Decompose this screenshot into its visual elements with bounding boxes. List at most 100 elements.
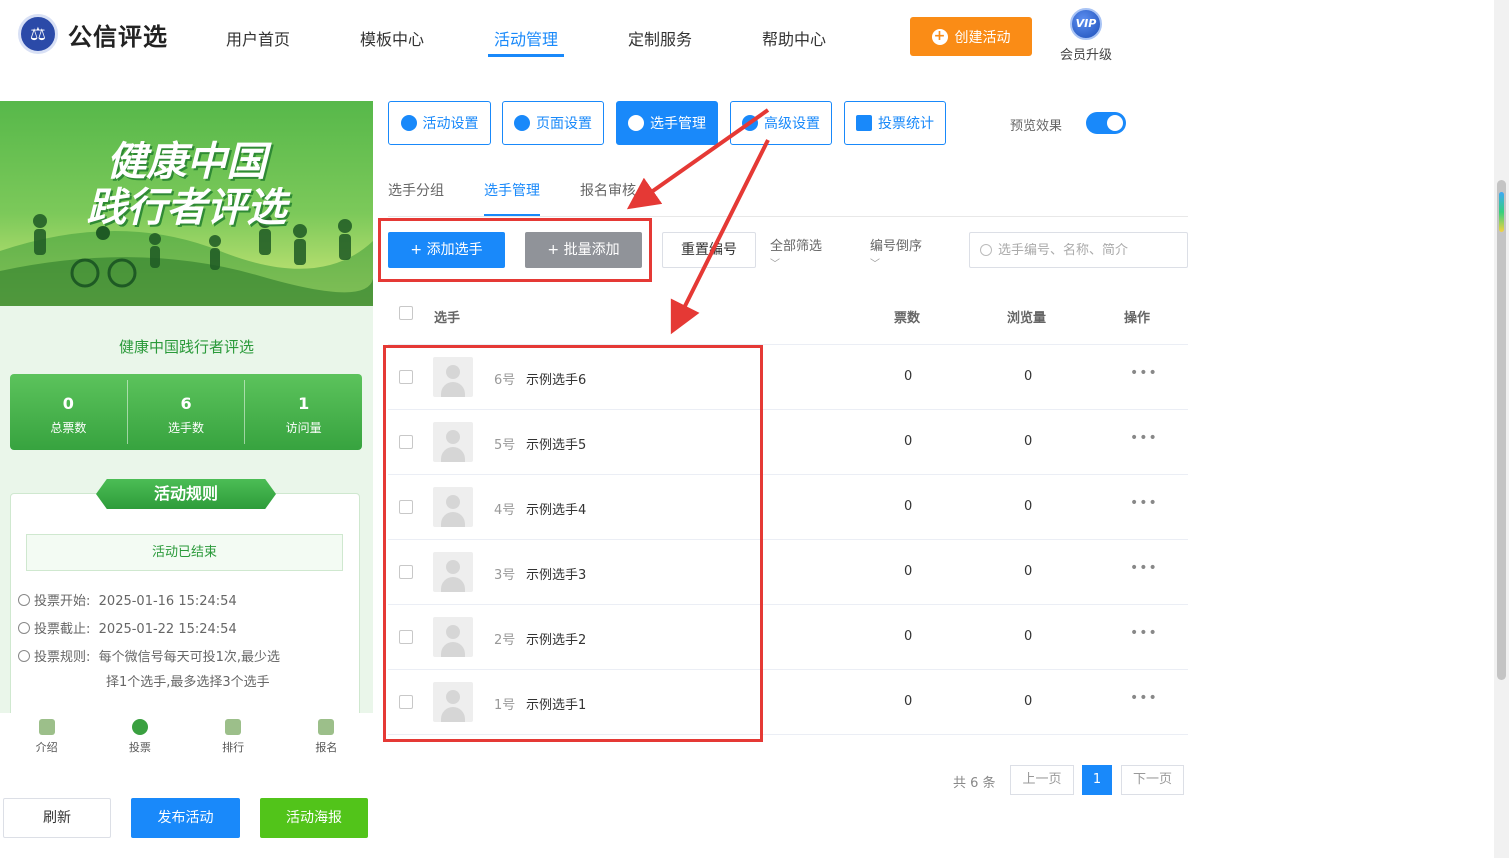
- contestant-votes: 0: [904, 499, 913, 514]
- reset-number-button[interactable]: 重置编号: [662, 232, 756, 268]
- more-icon[interactable]: •••: [1130, 430, 1158, 446]
- preview-toggle[interactable]: [1086, 112, 1126, 134]
- bottom-nav-intro[interactable]: 介绍: [0, 713, 93, 763]
- more-icon[interactable]: •••: [1130, 625, 1158, 641]
- tab-label: 活动设置: [422, 116, 479, 132]
- filter-all-label: 全部筛选: [770, 239, 823, 254]
- bottom-nav-label: 投票: [128, 741, 151, 754]
- vote-end-line: 投票截止: 2025-01-22 15:24:54: [18, 619, 237, 641]
- chevron-down-icon: ﹀: [870, 259, 880, 270]
- tab-activity-settings[interactable]: 活动设置: [388, 101, 491, 145]
- subtab-registration-review[interactable]: 报名审核: [580, 180, 636, 200]
- vip-icon: VIP: [1070, 8, 1102, 40]
- rules-title: 活动规则: [96, 479, 276, 509]
- publish-activity-button[interactable]: 发布活动: [131, 798, 240, 838]
- page-scrollbar[interactable]: [1494, 0, 1509, 858]
- filter-all-dropdown[interactable]: 全部筛选 ﹀: [770, 235, 822, 270]
- chevron-down-icon: ﹀: [770, 259, 780, 270]
- contestant-votes: 0: [904, 694, 913, 709]
- vip-upgrade[interactable]: VIP 会员升级: [1058, 8, 1114, 63]
- medal-icon: [225, 719, 242, 735]
- tab-page-settings[interactable]: 页面设置: [502, 101, 604, 145]
- mobile-preview: 健康中国 践行者评选 健康中国践行者评选 0 总票数 6 选手数 1 访问量 活…: [0, 101, 373, 713]
- bottom-nav-ranking[interactable]: 排行: [187, 713, 280, 763]
- vote-rule-label: 投票规则:: [34, 650, 91, 665]
- scrollbar-thumb[interactable]: [1497, 180, 1506, 680]
- gear-icon: [514, 115, 530, 131]
- bottom-nav-label: 报名: [315, 741, 338, 754]
- edit-icon: [318, 719, 335, 735]
- current-page[interactable]: 1: [1082, 765, 1112, 795]
- table-header: 选手 票数 浏览量 操作: [388, 283, 1188, 345]
- contestant-votes: 0: [904, 564, 913, 579]
- more-icon[interactable]: •••: [1130, 690, 1158, 706]
- sliders-icon: [742, 115, 758, 131]
- stat-contestants: 6 选手数: [128, 380, 246, 444]
- contestant-views: 0: [1024, 499, 1033, 514]
- nav-user-home[interactable]: 用户首页: [226, 26, 290, 50]
- contestant-views: 0: [1024, 694, 1033, 709]
- bottom-nav-vote[interactable]: 投票: [93, 713, 186, 763]
- search-box: [969, 232, 1188, 268]
- nav-active-indicator: [488, 54, 564, 57]
- vote-start-value: 2025-01-16 15:24:54: [98, 594, 237, 609]
- tab-contestant-management[interactable]: 选手管理: [616, 101, 718, 145]
- vote-icon: [131, 719, 148, 735]
- logo[interactable]: ⚖ 公信评选: [18, 14, 168, 54]
- plus-circle-icon: +: [931, 28, 948, 45]
- sort-dropdown[interactable]: 编号倒序 ﹀: [870, 235, 922, 270]
- document-icon: [38, 719, 55, 735]
- nav-template-center[interactable]: 模板中心: [360, 26, 424, 50]
- banner-title: 健康中国 践行者评选: [0, 139, 373, 231]
- stats-panel: 0 总票数 6 选手数 1 访问量: [10, 374, 362, 450]
- preview-toggle-label: 预览效果: [1010, 119, 1063, 134]
- activity-poster-button[interactable]: 活动海报: [260, 798, 368, 838]
- select-all-checkbox[interactable]: [399, 306, 413, 320]
- stat-value: 0: [62, 394, 74, 413]
- activity-name: 健康中国践行者评选: [118, 338, 254, 356]
- bar-chart-icon: [856, 115, 872, 131]
- star-icon: [400, 115, 417, 131]
- more-icon[interactable]: •••: [1130, 560, 1158, 576]
- tab-vote-statistics[interactable]: 投票统计: [844, 101, 946, 145]
- subtab-divider: [388, 216, 1188, 217]
- search-icon: [980, 244, 992, 256]
- refresh-button[interactable]: 刷新: [3, 798, 111, 838]
- create-activity-button[interactable]: + 创建活动: [910, 17, 1032, 56]
- subtab-active-indicator: [484, 214, 540, 216]
- next-page-button[interactable]: 下一页: [1121, 765, 1184, 795]
- stat-total-votes: 0 总票数: [10, 380, 128, 444]
- vote-rule-text: 每个微信号每天可投1次,最少选: [98, 650, 281, 665]
- subtab-contestants[interactable]: 选手管理: [484, 180, 540, 200]
- tab-advanced-settings[interactable]: 高级设置: [730, 101, 832, 145]
- banner-title-line1: 健康中国: [106, 138, 267, 185]
- preview-bottom-nav: 介绍 投票 排行 报名: [0, 713, 373, 763]
- nav-activity-management[interactable]: 活动管理: [494, 26, 558, 50]
- contestant-votes: 0: [904, 629, 913, 644]
- create-activity-label: 创建活动: [954, 29, 1011, 46]
- more-icon[interactable]: •••: [1130, 495, 1158, 511]
- search-input[interactable]: [998, 242, 1178, 258]
- annotation-highlight-toolbar: [378, 218, 652, 282]
- vote-end-label: 投票截止:: [34, 622, 91, 637]
- bottom-nav-label: 介绍: [35, 741, 58, 754]
- bottom-nav-signup[interactable]: 报名: [280, 713, 373, 763]
- nav-custom-service[interactable]: 定制服务: [628, 26, 692, 50]
- contestant-views: 0: [1024, 434, 1033, 449]
- tab-label: 页面设置: [536, 116, 592, 132]
- contestant-views: 0: [1024, 369, 1033, 384]
- prev-page-button[interactable]: 上一页: [1010, 765, 1074, 795]
- stat-value: 1: [298, 394, 310, 413]
- tab-label: 投票统计: [878, 116, 934, 132]
- vip-label: 会员升级: [1059, 48, 1112, 63]
- vote-rule-text-cont: 择1个选手,最多选择3个选手: [106, 675, 270, 690]
- scrollbar-accent: [1499, 192, 1504, 232]
- vote-start-label: 投票开始:: [34, 594, 91, 609]
- subtab-groups[interactable]: 选手分组: [388, 180, 444, 200]
- more-icon[interactable]: •••: [1130, 365, 1158, 381]
- activity-status: 活动已结束: [26, 534, 343, 571]
- stat-visits: 1 访问量: [245, 380, 362, 444]
- column-votes: 票数: [894, 311, 921, 326]
- nav-help-center[interactable]: 帮助中心: [762, 26, 826, 50]
- column-contestant: 选手: [434, 311, 461, 326]
